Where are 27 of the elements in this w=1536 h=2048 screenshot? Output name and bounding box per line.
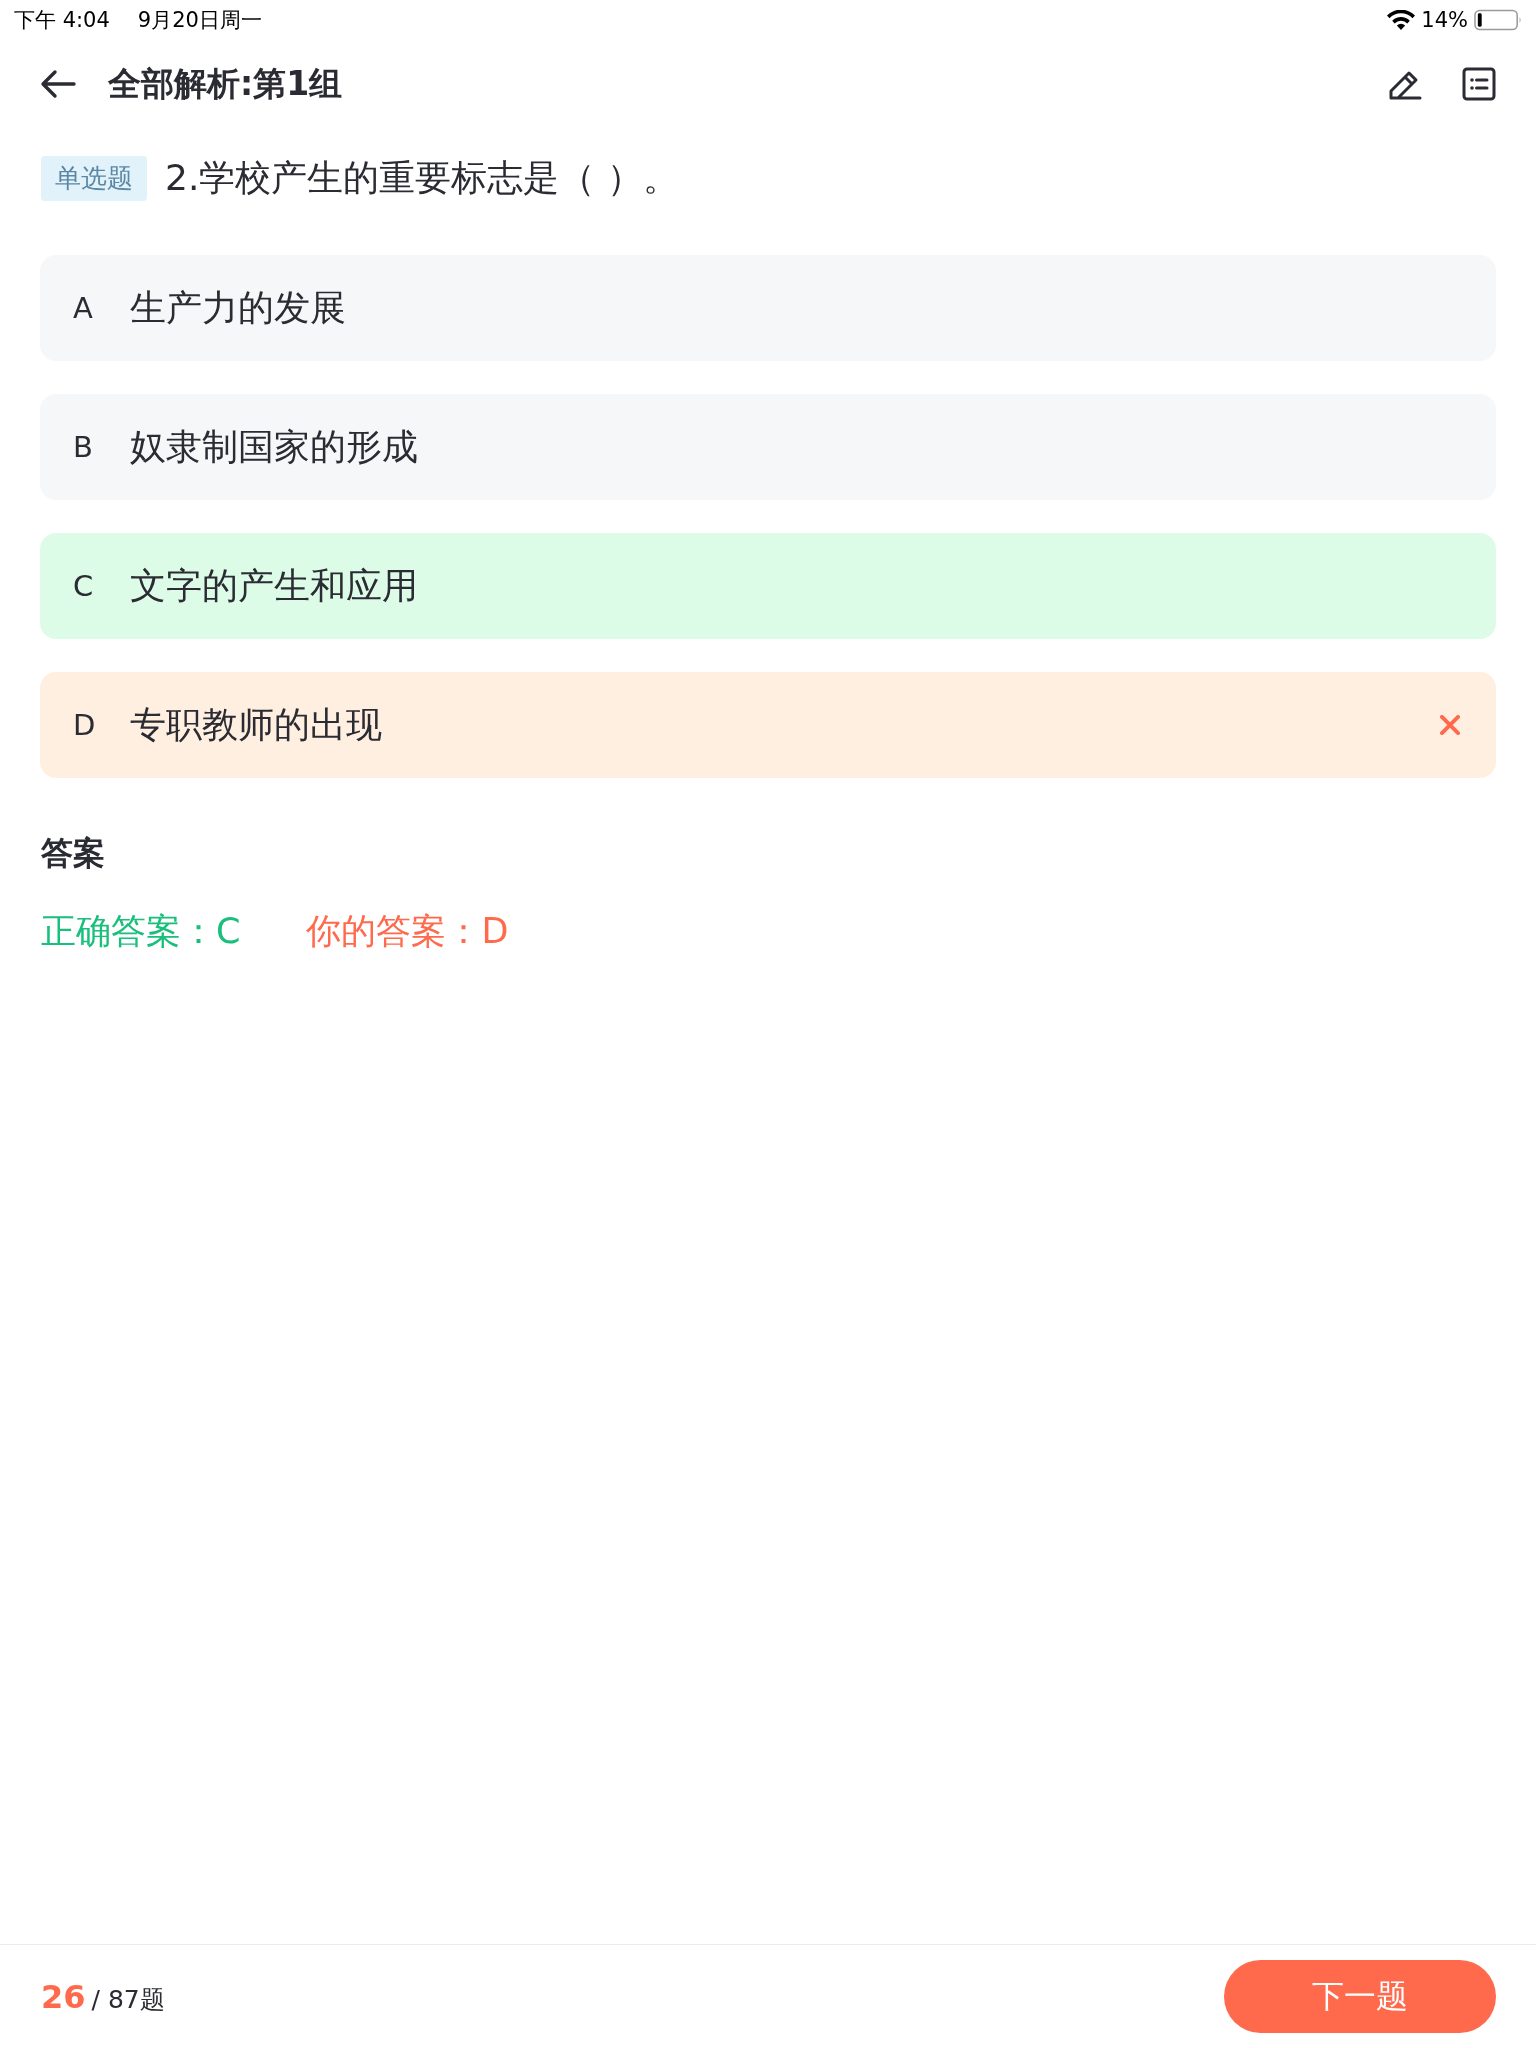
option-letter: C xyxy=(73,569,95,603)
current-question-number: 26 xyxy=(41,1977,86,2016)
answer-heading: 答案 xyxy=(41,833,105,874)
status-date: 9月20日周一 xyxy=(137,7,262,34)
option-text: 生产力的发展 xyxy=(130,285,346,330)
correct-answer-text: 正确答案：C xyxy=(41,910,241,953)
list-icon[interactable] xyxy=(1462,67,1496,101)
option-letter: B xyxy=(73,430,94,464)
answer-option[interactable]: A 生产力的发展 xyxy=(40,255,1496,361)
option-letter: D xyxy=(73,708,97,742)
answer-option[interactable]: B 奴隶制国家的形成 xyxy=(40,394,1496,500)
status-time: 下午 4:04 xyxy=(14,7,110,34)
back-icon[interactable] xyxy=(40,69,76,99)
battery-percent: 14% xyxy=(1421,8,1468,32)
answer-option[interactable]: C 文字的产生和应用 xyxy=(40,533,1496,639)
question-type-tag: 单选题 xyxy=(41,156,147,201)
option-text: 专职教师的出现 xyxy=(130,702,382,747)
your-answer-text: 你的答案：D xyxy=(306,910,509,953)
question-total: / 87题 xyxy=(91,1983,165,2016)
wifi-icon xyxy=(1387,10,1416,30)
option-letter: A xyxy=(73,291,94,325)
question-text: 2.学校产生的重要标志是（ ）。 xyxy=(165,156,679,200)
answer-option[interactable]: D 专职教师的出现 xyxy=(40,672,1496,778)
option-text: 文字的产生和应用 xyxy=(130,563,418,608)
wrong-mark-icon xyxy=(1440,715,1460,735)
option-text: 奴隶制国家的形成 xyxy=(130,424,418,469)
page-title: 全部解析:第1组 xyxy=(108,62,343,105)
